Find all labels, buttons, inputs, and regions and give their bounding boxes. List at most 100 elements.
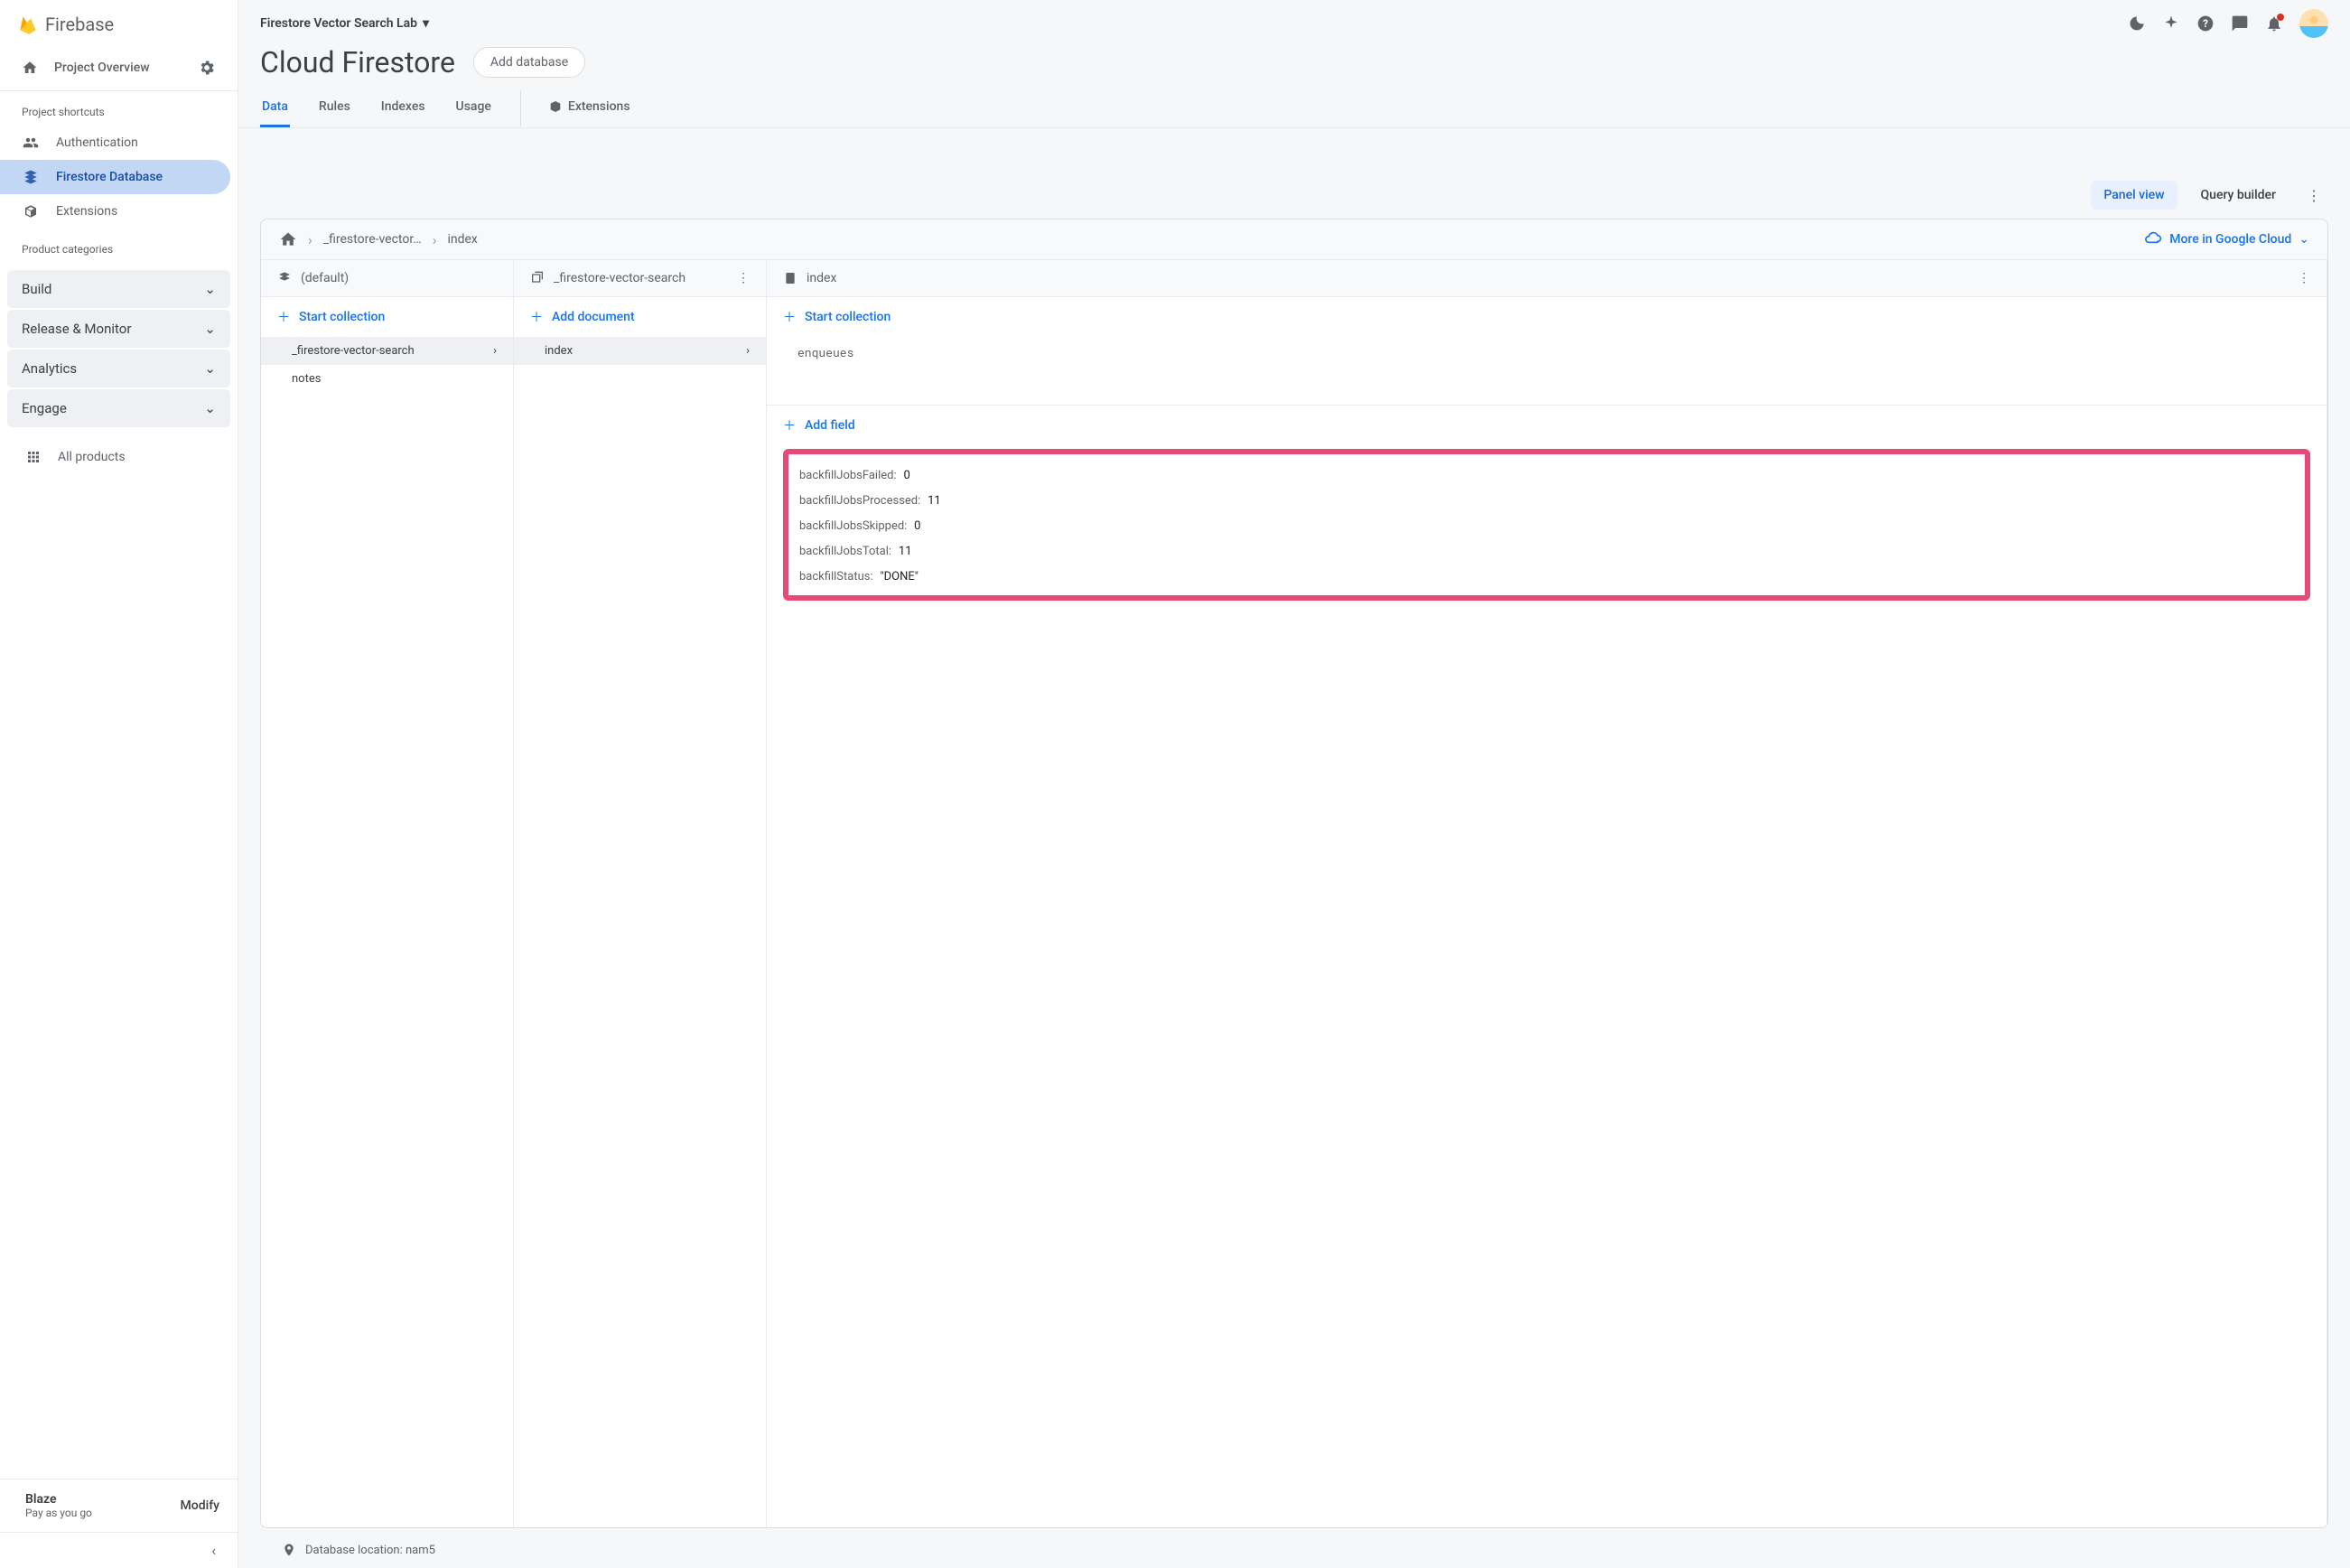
start-collection-button[interactable]: ＋ Start collection — [261, 297, 513, 337]
subcollection-item[interactable]: enqueues — [767, 337, 2327, 368]
all-products-link[interactable]: All products — [0, 436, 238, 478]
document-name: index — [545, 344, 573, 358]
brand-text: Firebase — [45, 14, 114, 35]
plus-icon: ＋ — [783, 308, 796, 326]
svg-text:?: ? — [2203, 17, 2208, 30]
field-row[interactable]: backfillStatus: "DONE" — [794, 563, 2299, 588]
modify-plan-button[interactable]: Modify — [181, 1498, 219, 1513]
tab-extensions[interactable]: Extensions — [520, 90, 632, 127]
plan-footer: Blaze Pay as you go Modify — [0, 1479, 238, 1532]
project-overview-link[interactable]: Project Overview — [0, 49, 150, 87]
start-subcollection-button[interactable]: ＋ Start collection — [767, 297, 2327, 337]
collection-icon — [530, 271, 545, 285]
home-icon — [22, 60, 38, 76]
field-row[interactable]: backfillJobsTotal: 11 — [794, 537, 2299, 563]
column-title: _firestore-vector-search — [554, 271, 685, 285]
column-title: (default) — [301, 271, 349, 285]
collapse-sidebar-button[interactable]: ‹ — [0, 1532, 238, 1568]
plan-sub: Pay as you go — [25, 1507, 92, 1519]
page-title: Cloud Firestore — [260, 45, 455, 79]
more-menu-icon[interactable]: ⋮ — [737, 271, 750, 285]
chevron-down-icon: ⌄ — [204, 281, 216, 297]
project-overview-label: Project Overview — [54, 61, 150, 75]
dark-mode-icon[interactable] — [2128, 14, 2146, 33]
tab-usage[interactable]: Usage — [454, 90, 493, 127]
feedback-icon[interactable] — [2231, 14, 2249, 33]
sidebar-item-firestore[interactable]: Firestore Database — [0, 160, 230, 194]
filter-icon[interactable] — [715, 271, 730, 285]
category-build[interactable]: Build ⌄ — [7, 270, 230, 308]
chevron-down-icon: ⌄ — [204, 360, 216, 377]
settings-gear-icon[interactable] — [191, 51, 223, 84]
categories-heading: Product categories — [0, 229, 238, 263]
category-label: Engage — [22, 400, 67, 416]
topbar: Firestore Vector Search Lab ▾ ? — [238, 0, 2350, 38]
chevron-right-icon: › — [308, 231, 312, 248]
collection-item[interactable]: notes — [261, 365, 513, 393]
gcloud-link-label: More in Google Cloud — [2169, 232, 2291, 247]
document-item[interactable]: index › — [514, 337, 766, 365]
category-release[interactable]: Release & Monitor⌄ — [7, 310, 230, 348]
query-builder-button[interactable]: Query builder — [2188, 181, 2289, 210]
category-label: Analytics — [22, 360, 77, 377]
brand[interactable]: Firebase — [0, 0, 238, 45]
sidebar-item-label: Firestore Database — [56, 170, 163, 184]
notifications-icon[interactable] — [2265, 14, 2283, 33]
tab-data[interactable]: Data — [260, 90, 290, 127]
breadcrumb-item[interactable]: index — [447, 232, 477, 247]
project-name: Firestore Vector Search Lab — [260, 16, 417, 31]
chevron-down-icon: ⌄ — [204, 321, 216, 337]
collection-name: notes — [292, 372, 321, 386]
add-field-button[interactable]: ＋ Add field — [767, 406, 2327, 445]
plan-name: Blaze — [25, 1492, 92, 1507]
more-menu-icon[interactable]: ⋮ — [2299, 183, 2328, 208]
chevron-down-icon: ⌄ — [204, 400, 216, 416]
action-label: Start collection — [299, 310, 385, 324]
field-row[interactable]: backfillJobsSkipped: 0 — [794, 512, 2299, 537]
extensions-icon — [22, 203, 40, 219]
db-location-text: Database location: nam5 — [305, 1544, 435, 1557]
more-menu-icon[interactable]: ⋮ — [2298, 271, 2310, 285]
firestore-icon — [22, 169, 40, 185]
spark-icon[interactable] — [2162, 14, 2180, 33]
panel-view-button[interactable]: Panel view — [2091, 181, 2177, 210]
all-products-label: All products — [58, 450, 126, 464]
breadcrumb: › _firestore-vector… › index More in Goo… — [261, 219, 2327, 260]
field-row[interactable]: backfillJobsProcessed: 11 — [794, 487, 2299, 512]
sidebar-item-authentication[interactable]: Authentication — [0, 126, 230, 160]
fields-highlight-box: backfillJobsFailed: 0backfillJobsProcess… — [783, 449, 2310, 601]
user-avatar[interactable] — [2299, 9, 2328, 38]
collection-item[interactable]: _firestore-vector-search › — [261, 337, 513, 365]
collections-column: (default) ＋ Start collection _firestore-… — [261, 260, 514, 1527]
tab-indexes[interactable]: Indexes — [379, 90, 427, 127]
documents-column: _firestore-vector-search ⋮ ＋ Add documen… — [514, 260, 767, 1527]
plus-icon: ＋ — [530, 308, 543, 326]
category-label: Build — [22, 281, 51, 297]
location-pin-icon — [282, 1543, 296, 1557]
project-selector[interactable]: Firestore Vector Search Lab ▾ — [260, 16, 429, 31]
google-cloud-link[interactable]: More in Google Cloud ⌄ — [2144, 230, 2309, 248]
tab-label: Extensions — [568, 99, 630, 114]
add-document-button[interactable]: ＋ Add document — [514, 297, 766, 337]
firestore-icon — [277, 271, 292, 285]
field-row[interactable]: backfillJobsFailed: 0 — [794, 462, 2299, 487]
plus-icon: ＋ — [277, 308, 290, 326]
breadcrumb-item[interactable]: _firestore-vector… — [323, 232, 422, 247]
fields-column: index ⋮ ＋ Start collection enqueues ＋ Ad… — [767, 260, 2327, 1527]
cloud-icon — [2144, 230, 2162, 248]
category-engage[interactable]: Engage ⌄ — [7, 389, 230, 427]
category-analytics[interactable]: Analytics ⌄ — [7, 350, 230, 387]
tab-rules[interactable]: Rules — [317, 90, 352, 127]
home-icon[interactable] — [279, 230, 297, 248]
add-database-button[interactable]: Add database — [473, 47, 585, 78]
tabs: Data Rules Indexes Usage Extensions — [238, 83, 2350, 128]
footer-bar: Database location: nam5 — [260, 1528, 2328, 1561]
sidebar-item-label: Authentication — [56, 135, 138, 150]
sidebar-item-extensions[interactable]: Extensions — [0, 194, 230, 229]
chevron-right-icon: › — [493, 344, 497, 358]
chevron-right-icon: › — [433, 231, 437, 248]
collection-name: _firestore-vector-search — [292, 344, 415, 358]
sidebar: Firebase Project Overview Project shortc… — [0, 0, 238, 1568]
help-icon[interactable]: ? — [2196, 14, 2215, 33]
caret-down-icon: ▾ — [423, 16, 429, 31]
